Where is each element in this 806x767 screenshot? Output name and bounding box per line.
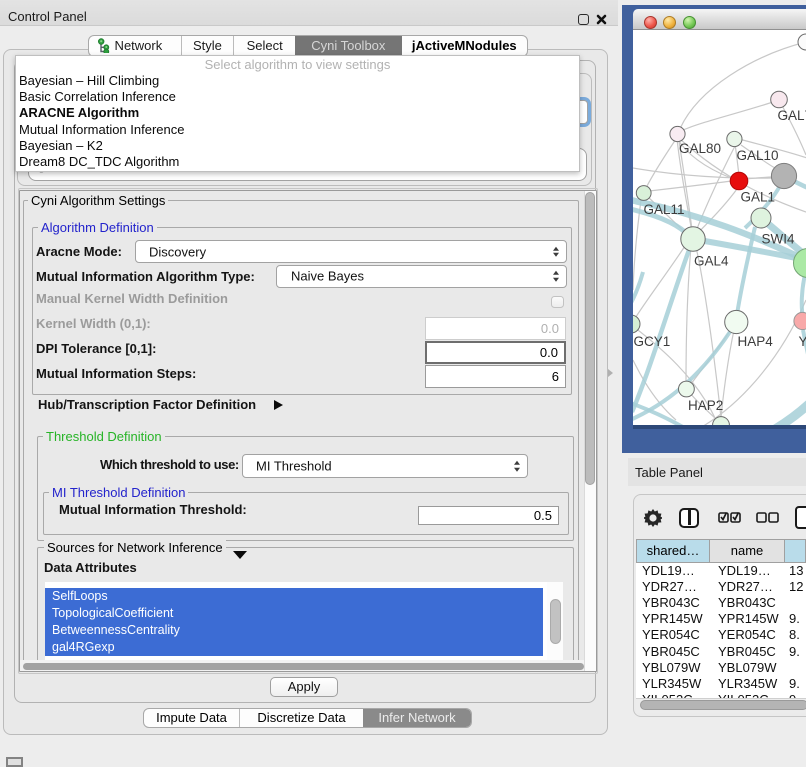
svg-text:Y: Y xyxy=(799,334,806,349)
svg-text:GAL11: GAL11 xyxy=(644,202,685,217)
svg-text:HAP2: HAP2 xyxy=(688,398,723,413)
svg-text:HAP4: HAP4 xyxy=(738,334,774,349)
svg-text:GCY1: GCY1 xyxy=(634,334,671,349)
svg-text:GAL4: GAL4 xyxy=(694,254,729,269)
svg-text:GAL10: GAL10 xyxy=(737,148,779,163)
svg-text:GAL7: GAL7 xyxy=(778,108,806,123)
svg-text:GAL80: GAL80 xyxy=(679,141,721,156)
svg-text:SWI4: SWI4 xyxy=(762,232,795,247)
svg-text:GAL1: GAL1 xyxy=(741,190,776,205)
